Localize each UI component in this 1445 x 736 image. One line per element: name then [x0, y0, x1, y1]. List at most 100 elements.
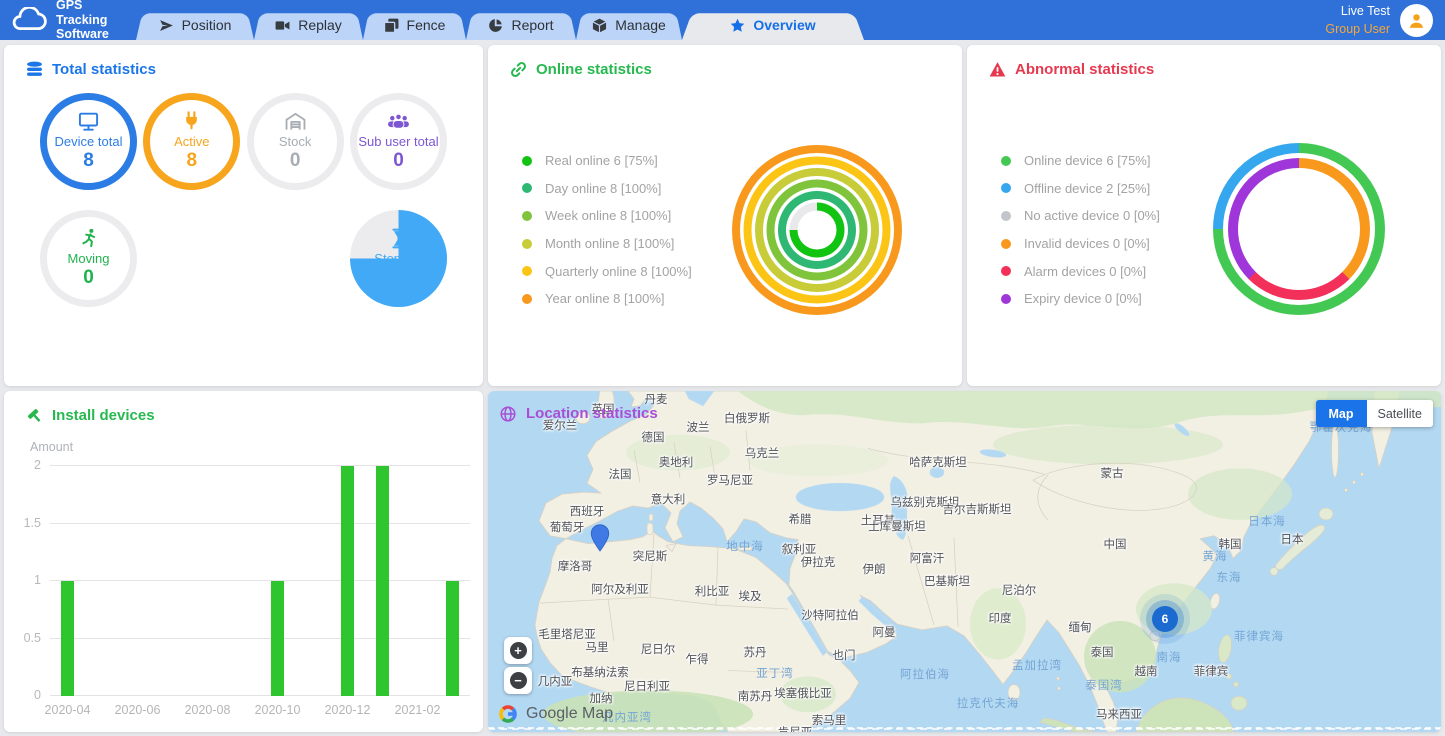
- dashboard: Total statistics Device total 8 Active 8…: [0, 40, 1445, 736]
- map-sea-label: 孟加拉湾: [1012, 657, 1062, 673]
- bar-2021-03: [446, 581, 459, 696]
- stat-grid: Device total 8 Active 8 Stock 0 Sub user…: [4, 78, 483, 327]
- total-statistics-header: Total statistics: [4, 45, 483, 78]
- map-button[interactable]: Map: [1316, 400, 1367, 427]
- legend-text: No active device 0 [0%]: [1024, 208, 1160, 223]
- map-country-label: 奥地利: [659, 454, 694, 470]
- bar-2020-10: [271, 581, 284, 696]
- legend-item[interactable]: Expiry device 0 [0%]: [1001, 285, 1160, 313]
- stat-label: Sub user total: [358, 134, 438, 149]
- warning-icon: [989, 61, 1006, 78]
- map-sea-label: 地中海: [726, 538, 764, 554]
- plug-icon: [180, 111, 203, 132]
- stat-stopped: Stopped 6: [350, 210, 447, 307]
- tab-label: Fence: [407, 17, 446, 33]
- user-role[interactable]: Group User: [1325, 20, 1390, 38]
- zoom-in-button[interactable]: +: [504, 637, 532, 664]
- x-tick-label: 2020-10: [255, 703, 301, 717]
- cloud-logo-icon: [10, 7, 48, 33]
- zoom-out-button[interactable]: −: [504, 667, 532, 694]
- gridline: [50, 523, 470, 524]
- legend-item[interactable]: Online device 6 [75%]: [1001, 147, 1160, 175]
- tab-position[interactable]: Position: [136, 10, 254, 40]
- legend-item[interactable]: Day online 8 [100%]: [522, 175, 692, 203]
- abnormal-donut-chart: [1213, 143, 1385, 315]
- tab-manage[interactable]: Manage: [576, 10, 682, 40]
- tab-label: Manage: [615, 17, 666, 33]
- map-country-label: 尼日尔: [641, 641, 676, 657]
- tab-overview[interactable]: Overview: [682, 10, 864, 40]
- map-country-label: 马里: [586, 639, 609, 655]
- legend-dot: [1001, 294, 1011, 304]
- device-pin-marker[interactable]: [590, 524, 610, 557]
- stat-value: 8: [83, 150, 94, 172]
- panel-title: Online statistics: [536, 61, 652, 78]
- map-sea-label: 菲律宾海: [1234, 628, 1284, 644]
- map-country-label: 索马里: [812, 712, 847, 728]
- map-type-toggle: Map Satellite: [1316, 400, 1433, 427]
- map-country-label: 葡萄牙: [550, 519, 585, 535]
- map-country-label: 日本: [1281, 531, 1304, 547]
- avatar[interactable]: [1400, 4, 1433, 37]
- legend-text: Alarm devices 0 [0%]: [1024, 264, 1146, 279]
- stat-sub-user-total: Sub user total 0: [350, 93, 447, 190]
- legend-item[interactable]: No active device 0 [0%]: [1001, 202, 1160, 230]
- tab-label: Overview: [753, 17, 815, 33]
- satellite-button[interactable]: Satellite: [1367, 400, 1433, 427]
- map-country-label: 哈萨克斯坦: [909, 454, 967, 470]
- x-tick-label: 2020-08: [185, 703, 231, 717]
- legend-item[interactable]: Quarterly online 8 [100%]: [522, 257, 692, 285]
- legend-item[interactable]: Month online 8 [100%]: [522, 230, 692, 258]
- y-tick-label: 2: [34, 459, 41, 471]
- hourglass-icon: [387, 228, 410, 249]
- tab-label: Replay: [298, 17, 342, 33]
- legend-dot: [522, 156, 532, 166]
- stat-moving: Moving 0: [40, 210, 137, 307]
- map-sea-label: 日本海: [1248, 513, 1286, 529]
- online-legend: Real online 6 [75%]Day online 8 [100%] We…: [522, 147, 692, 313]
- map-country-label: 肯尼亚: [778, 724, 813, 732]
- legend-item[interactable]: Offline device 2 [25%]: [1001, 175, 1160, 203]
- map-country-label: 乌克兰: [745, 445, 780, 461]
- stat-value: 8: [187, 150, 198, 172]
- nav-tabs: Position Replay Fence Report Manage Overview: [136, 0, 864, 40]
- tab-replay[interactable]: Replay: [254, 10, 363, 40]
- x-tick-label: 2020-12: [325, 703, 371, 717]
- legend-item[interactable]: Real online 6 [75%]: [522, 147, 692, 175]
- legend-dot: [1001, 239, 1011, 249]
- map-country-label: 吉尔吉斯斯坦: [943, 501, 1012, 517]
- device-cluster-marker[interactable]: 6: [1152, 606, 1178, 632]
- y-tick-label: 0: [34, 689, 41, 701]
- legend-text: Expiry device 0 [0%]: [1024, 291, 1142, 306]
- stat-value: 0: [393, 150, 404, 172]
- x-tick-label: 2020-04: [45, 703, 91, 717]
- monitor-icon: [77, 111, 100, 132]
- panel-title: Total statistics: [52, 61, 156, 78]
- video-camera-icon: [275, 18, 290, 33]
- install-bar-chart: 00.511.522020-042020-062020-082020-10202…: [50, 466, 470, 696]
- legend-item[interactable]: Alarm devices 0 [0%]: [1001, 257, 1160, 285]
- google-attribution[interactable]: Google Map: [498, 704, 613, 724]
- map-country-label: 苏丹: [744, 644, 767, 660]
- legend-item[interactable]: Invalid devices 0 [0%]: [1001, 230, 1160, 258]
- map-country-label: 伊朗: [863, 561, 886, 577]
- legend-item[interactable]: Week online 8 [100%]: [522, 202, 692, 230]
- x-tick-label: 2020-06: [115, 703, 161, 717]
- globe-icon: [500, 406, 516, 422]
- map-country-label: 马来西亚: [1096, 706, 1142, 722]
- tab-report[interactable]: Report: [466, 10, 576, 40]
- map-country-label: 巴基斯坦: [924, 573, 970, 589]
- bar-2021-01: [376, 466, 389, 696]
- panel-online-statistics: Online statistics Real online 6 [75%]Day…: [488, 45, 962, 386]
- panel-title: Abnormal statistics: [1015, 61, 1154, 78]
- tab-fence[interactable]: Fence: [363, 10, 466, 40]
- top-nav: GPS Tracking Software PositionReplayFenc…: [0, 0, 1445, 40]
- legend-text: Quarterly online 8 [100%]: [545, 264, 692, 279]
- legend-dot: [1001, 266, 1011, 276]
- legend-item[interactable]: Year online 8 [100%]: [522, 285, 692, 313]
- stat-value: 0: [290, 150, 301, 172]
- legend-text: Week online 8 [100%]: [545, 208, 671, 223]
- y-tick-label: 1.5: [24, 517, 41, 529]
- map-zoom-controls: + −: [504, 637, 532, 694]
- legend-dot: [522, 294, 532, 304]
